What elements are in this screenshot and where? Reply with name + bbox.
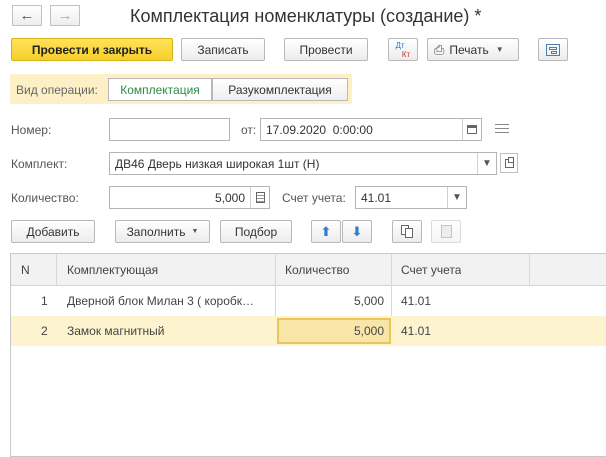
arrow-down-icon: ⬇ bbox=[351, 223, 363, 239]
comment-icon[interactable] bbox=[495, 124, 509, 134]
dtkt-button[interactable]: Дт Кт bbox=[388, 38, 418, 61]
quantity-value: 5,000 bbox=[214, 190, 245, 205]
move-up-button[interactable]: ⬆ bbox=[311, 220, 341, 243]
date-value: 17.09.2020 0:00:00 bbox=[266, 122, 373, 137]
kit-label: Комплект: bbox=[11, 157, 68, 171]
page-title: Комплектация номенклатуры (создание) * bbox=[130, 6, 482, 26]
account-value: 41.01 bbox=[361, 190, 392, 205]
account-label: Счет учета: bbox=[282, 191, 346, 205]
kit-value: ДВ46 Дверь низкая широкая 1шт (Н) bbox=[115, 156, 320, 171]
operation-type-bar: Вид операции: Комплектация Разукомплекта… bbox=[10, 74, 352, 104]
copy-icon bbox=[401, 225, 413, 238]
back-button[interactable]: ← bbox=[12, 5, 42, 26]
add-row-button[interactable]: Добавить bbox=[11, 220, 95, 243]
number-label: Номер: bbox=[11, 123, 52, 137]
column-header-quantity[interactable]: Количество bbox=[285, 263, 349, 277]
row-component: Замок магнитный bbox=[67, 324, 165, 338]
move-down-button[interactable]: ⬇ bbox=[342, 220, 372, 243]
row-number: 1 bbox=[41, 294, 48, 308]
row-account: 41.01 bbox=[401, 294, 432, 308]
components-table: N Комплектующая Количество Счет учета 1 … bbox=[10, 253, 606, 457]
quantity-input[interactable]: 5,000 bbox=[109, 186, 270, 209]
structure-button[interactable] bbox=[538, 38, 568, 61]
row-quantity[interactable]: 5,000 bbox=[277, 324, 384, 338]
fill-button[interactable]: Заполнить ▼ bbox=[115, 220, 210, 243]
post-and-close-button[interactable]: Провести и закрыть bbox=[11, 38, 173, 61]
column-header-account[interactable]: Счет учета bbox=[401, 263, 461, 277]
dt-icon-label: Дт bbox=[395, 40, 405, 50]
printer-icon: ⎙ bbox=[434, 41, 445, 57]
print-button[interactable]: ⎙ Печать ▼ bbox=[427, 38, 519, 61]
open-link-icon bbox=[504, 156, 514, 168]
row-account: 41.01 bbox=[401, 324, 432, 338]
operation-kitting-option[interactable]: Комплектация bbox=[108, 78, 212, 101]
date-input[interactable]: 17.09.2020 0:00:00 bbox=[260, 118, 482, 141]
arrow-right-icon: → bbox=[57, 7, 73, 24]
kt-icon-label: Кт bbox=[401, 49, 411, 59]
operation-unkitting-option[interactable]: Разукомплектация bbox=[212, 78, 348, 101]
save-button[interactable]: Записать bbox=[181, 38, 265, 61]
post-button[interactable]: Провести bbox=[284, 38, 368, 61]
arrow-left-icon: ← bbox=[19, 7, 35, 24]
open-kit-button[interactable] bbox=[500, 153, 518, 173]
print-label: Печать bbox=[449, 42, 489, 57]
table-row[interactable]: 1 Дверной блок Милан 3 ( коробк… 5,000 4… bbox=[11, 286, 606, 316]
column-header-component[interactable]: Комплектующая bbox=[67, 263, 158, 277]
number-input[interactable] bbox=[109, 118, 230, 141]
arrow-up-icon: ⬆ bbox=[320, 223, 332, 239]
calculator-icon[interactable] bbox=[250, 187, 269, 208]
row-quantity: 5,000 bbox=[353, 294, 384, 308]
copy-row-button[interactable] bbox=[392, 220, 422, 243]
kit-dropdown-icon[interactable]: ▼ bbox=[477, 153, 496, 174]
paste-row-button[interactable] bbox=[431, 220, 461, 243]
forward-button[interactable]: → bbox=[50, 5, 80, 26]
paste-icon bbox=[440, 225, 452, 238]
kit-input[interactable]: ДВ46 Дверь низкая широкая 1шт (Н) ▼ bbox=[109, 152, 497, 175]
column-header-n[interactable]: N bbox=[21, 263, 30, 277]
date-label: от: bbox=[241, 123, 257, 137]
structure-icon bbox=[546, 43, 560, 56]
chevron-down-icon: ▼ bbox=[495, 45, 504, 54]
chevron-down-icon: ▼ bbox=[191, 228, 199, 235]
calendar-icon[interactable] bbox=[462, 119, 481, 140]
account-dropdown-icon[interactable]: ▼ bbox=[447, 187, 466, 208]
row-component: Дверной блок Милан 3 ( коробк… bbox=[67, 294, 254, 308]
selection-button[interactable]: Подбор bbox=[220, 220, 292, 243]
table-row[interactable]: 2 Замок магнитный 5,000 41.01 bbox=[11, 316, 606, 346]
fill-label: Заполнить bbox=[126, 224, 186, 239]
operation-type-label: Вид операции: bbox=[16, 83, 98, 97]
table-header: N Комплектующая Количество Счет учета bbox=[11, 254, 606, 286]
quantity-label: Количество: bbox=[11, 191, 79, 205]
account-input[interactable]: 41.01 ▼ bbox=[355, 186, 467, 209]
row-number: 2 bbox=[41, 324, 48, 338]
